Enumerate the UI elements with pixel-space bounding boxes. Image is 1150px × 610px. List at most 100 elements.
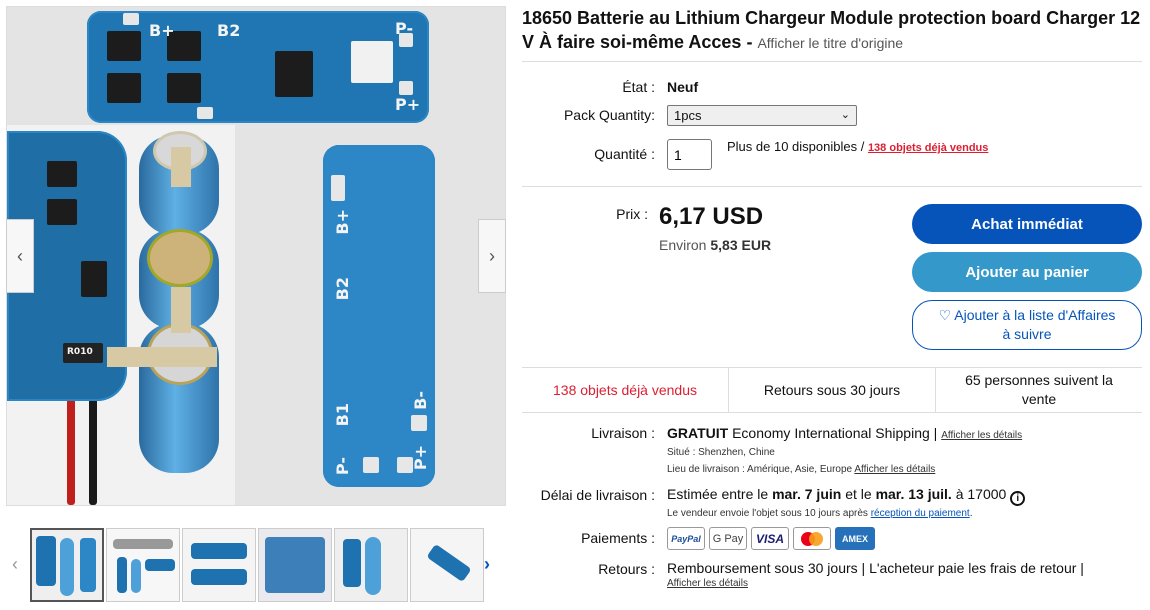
pad <box>411 415 427 431</box>
listing-title: 18650 Batterie au Lithium Chargeur Modul… <box>522 6 1144 55</box>
gallery-next-button[interactable]: › <box>478 219 506 293</box>
thumbnail-6[interactable] <box>410 528 484 602</box>
add-to-watchlist-button[interactable]: ♡ Ajouter à la liste d'Affaires à suivre <box>912 300 1142 350</box>
mastercard-icon <box>793 527 831 550</box>
original-title-link[interactable]: Afficher le titre d'origine <box>757 35 903 51</box>
item-location: Situé : Shenzhen, Chine <box>667 447 775 458</box>
visa-label: VISA <box>755 531 784 546</box>
returns-details-link[interactable]: Afficher les détails <box>667 578 748 589</box>
watchlist-label: Ajouter à la liste d'Affaires à suivre <box>954 307 1116 342</box>
stat-returns: Retours sous 30 jours <box>728 368 935 412</box>
approx-prefix: Environ <box>659 237 707 253</box>
thumbnail-4[interactable] <box>258 528 332 602</box>
chevron-right-icon: › <box>489 245 495 266</box>
add-to-cart-button[interactable]: Ajouter au panier <box>912 252 1142 292</box>
dispatch-note-end: . <box>969 508 973 519</box>
returns-text: Remboursement sous 30 jours | L'acheteur… <box>667 560 1084 576</box>
sold-link[interactable]: 138 objets déjà vendus <box>868 142 988 154</box>
thumbnail-5[interactable] <box>334 528 408 602</box>
condition-label: État : <box>622 79 655 95</box>
pad <box>197 107 213 119</box>
delivery-estimate: Estimée entre le mar. 7 juin et le mar. … <box>667 486 1026 506</box>
thumb-pcb <box>426 543 472 583</box>
buy-now-button[interactable]: Achat immédiat <box>912 204 1142 244</box>
thumb-pcb <box>343 539 361 587</box>
thumbnail-3[interactable] <box>182 528 256 602</box>
divider <box>522 186 1142 187</box>
thumb-pcb <box>36 536 56 586</box>
thumbnails-prev-icon[interactable]: ‹ <box>12 554 18 575</box>
approx-value: 5,83 EUR <box>710 237 772 253</box>
thumbnail-strip: ‹ › <box>6 528 506 604</box>
pad <box>331 175 345 201</box>
nickel-tab <box>171 287 191 333</box>
stat-sold: 138 objets déjà vendus <box>553 381 697 398</box>
availability: Plus de 10 disponibles / 138 objets déjà… <box>727 139 988 154</box>
dispatch-note: Le vendeur envoie l'objet sous 10 jours … <box>667 508 972 519</box>
shipping-label: Livraison : <box>591 425 655 441</box>
quantity-label: Quantité : <box>594 146 655 162</box>
shipping-line: GRATUIT Economy International Shipping |… <box>667 425 1022 441</box>
thumb-cell <box>131 559 141 593</box>
ship-to: Lieu de livraison : Amérique, Asie, Euro… <box>667 464 935 475</box>
silk-label: R010 <box>67 347 93 357</box>
returns-details: Afficher les détails <box>667 578 748 589</box>
silk-label: B+ <box>149 21 175 40</box>
delivery-date-from: mar. 7 juin <box>772 486 842 502</box>
chip <box>107 31 141 61</box>
main-product-image[interactable]: B+ B2 P- P+ R010 B+ B2 B1 P- B- P+ <box>6 6 506 506</box>
delivery-zip: à 17000 <box>955 486 1007 502</box>
thumb-pcb <box>265 537 325 593</box>
dispatch-note-text: Le vendeur envoie l'objet sous 10 jours … <box>667 508 868 519</box>
payment-received-link[interactable]: réception du paiement <box>871 508 970 519</box>
price-label: Prix : <box>616 206 648 222</box>
silk-label: B- <box>411 391 430 410</box>
thumbnail-1[interactable] <box>30 528 104 602</box>
pack-quantity-select[interactable]: 1pcs ⌄ <box>667 105 857 126</box>
silk-label: B2 <box>333 277 352 301</box>
delivery-label: Délai de livraison : <box>540 487 655 503</box>
silk-label: B1 <box>333 403 352 427</box>
amex-icon: AMEX <box>835 527 875 550</box>
delivery-prefix: Estimée entre le <box>667 486 769 502</box>
approx-price: Environ 5,83 EUR <box>659 237 771 253</box>
red-wire <box>67 395 75 505</box>
ship-to-text: Lieu de livraison : Amérique, Asie, Euro… <box>667 464 853 475</box>
silk-label: B2 <box>217 21 241 40</box>
quantity-input[interactable] <box>667 139 712 170</box>
chevron-left-icon: ‹ <box>17 245 23 266</box>
pad <box>363 457 379 473</box>
chevron-down-icon: ⌄ <box>840 109 850 121</box>
payments-label: Paiements : <box>581 530 655 546</box>
silk-label: P- <box>395 19 414 38</box>
thumb-pcb <box>191 543 247 559</box>
returns-label: Retours : <box>598 561 655 577</box>
info-icon[interactable]: i <box>1010 491 1026 506</box>
chip <box>167 73 201 103</box>
silk-label: P+ <box>411 445 430 471</box>
visa-icon: VISA <box>751 527 789 550</box>
shipping-details-link[interactable]: Afficher les détails <box>941 430 1022 441</box>
pcb-right-photo: B+ B2 B1 P- B- P+ <box>323 145 435 487</box>
thumbnails-next-icon[interactable]: › <box>484 554 490 575</box>
pcb-top-photo: B+ B2 P- P+ <box>87 11 429 123</box>
cell-cap <box>147 229 213 287</box>
gallery-prev-button[interactable]: ‹ <box>6 219 34 293</box>
delivery-date-to: mar. 13 juil. <box>875 486 952 502</box>
mastercard-logo <box>801 531 823 546</box>
nickel-tab <box>171 147 191 187</box>
paypal-label: PayPal <box>671 533 701 544</box>
amex-label: AMEX <box>841 533 868 544</box>
thumb-pcb <box>80 538 96 592</box>
thumb-pcb <box>145 559 175 571</box>
stats-bar: 138 objets déjà vendus Retours sous 30 j… <box>522 367 1142 413</box>
pack-quantity-value: 1pcs <box>674 108 702 123</box>
silk-label: P- <box>333 457 352 476</box>
ship-to-details-link[interactable]: Afficher les détails <box>854 464 935 475</box>
pad <box>399 81 413 95</box>
nickel-tab <box>107 347 217 367</box>
paypal-icon: PayPal <box>667 527 705 550</box>
thumbnail-2[interactable] <box>106 528 180 602</box>
google-pay-icon: G Pay <box>709 527 747 550</box>
pack-quantity-label: Pack Quantity: <box>563 107 655 123</box>
